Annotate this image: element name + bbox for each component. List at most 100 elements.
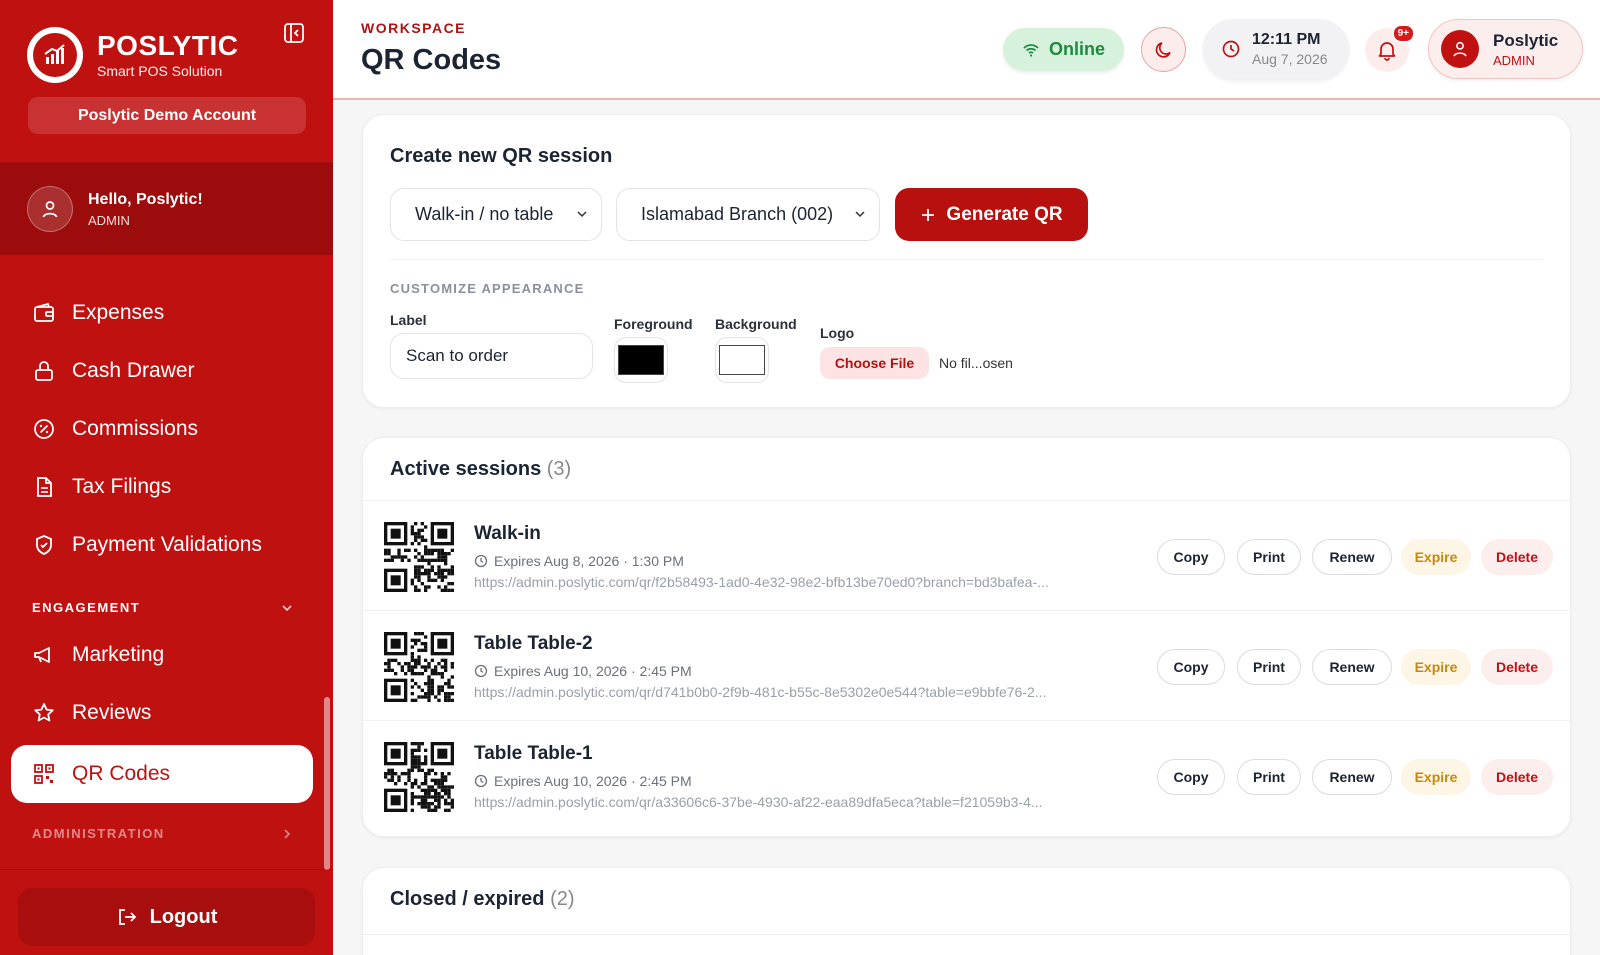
profile-role: ADMIN: [1493, 52, 1535, 68]
user-greeting: Hello, Poslytic!: [88, 190, 203, 208]
background-color-picker[interactable]: [715, 337, 769, 383]
brand[interactable]: POSLYTIC Smart POS Solution: [27, 27, 238, 83]
bar-chart-icon: [44, 44, 65, 64]
copy-button[interactable]: Copy: [1157, 759, 1225, 795]
session-url[interactable]: https://admin.poslytic.com/qr/a33606c6-3…: [474, 794, 1129, 810]
session-expires: Expires Aug 8, 2026 · 1:30 PM: [474, 553, 684, 569]
qr-code-image[interactable]: [384, 522, 454, 592]
session-title: Table Table-1: [474, 743, 593, 764]
table-select-value: Walk-in / no table: [415, 204, 554, 224]
print-button[interactable]: Print: [1237, 759, 1301, 795]
theme-toggle-button[interactable]: [1141, 27, 1186, 72]
profile-name: Poslytic: [1493, 30, 1559, 50]
expire-button[interactable]: Expire: [1401, 649, 1471, 685]
expire-button[interactable]: Expire: [1401, 759, 1471, 795]
lock-icon: [35, 361, 53, 381]
sidebar-item-commissions[interactable]: Commissions: [11, 400, 313, 458]
table-select[interactable]: Walk-in / no table: [390, 188, 602, 241]
chevron-down-icon: [855, 211, 865, 218]
user-icon: [1453, 41, 1467, 57]
sidebar-item-cash-drawer[interactable]: Cash Drawer: [11, 342, 313, 400]
copy-button[interactable]: Copy: [1157, 539, 1225, 575]
sidebar-item-marketing[interactable]: Marketing: [11, 626, 313, 684]
clock-icon: [474, 774, 488, 788]
sidebar-item-label: Marketing: [72, 643, 165, 666]
sidebar-item-label: Reviews: [72, 701, 152, 724]
logout-button[interactable]: Logout: [18, 888, 315, 946]
top-header: WORKSPACE QR Codes Online 12:11 PM Aug 7…: [333, 0, 1600, 100]
foreground-color-picker[interactable]: [614, 337, 668, 383]
renew-button[interactable]: Renew: [1312, 759, 1392, 795]
session-title: Walk-in: [474, 523, 541, 544]
print-button[interactable]: Print: [1237, 539, 1301, 575]
account-switcher[interactable]: Poslytic Demo Account: [28, 97, 306, 134]
clock-time: 12:11 PM: [1252, 31, 1321, 48]
divider: [363, 934, 1570, 935]
table-row: Table Table-2 Expires Aug 10, 2026 · 2:4…: [363, 610, 1572, 722]
delete-button[interactable]: Delete: [1481, 539, 1553, 575]
customize-section-label: CUSTOMIZE APPEARANCE: [390, 281, 585, 296]
qr-code-image[interactable]: [384, 632, 454, 702]
active-sessions-title: Active sessions: [390, 458, 542, 480]
section-administration[interactable]: ADMINISTRATION: [32, 826, 294, 841]
branch-select[interactable]: Islamabad Branch (002): [616, 188, 880, 241]
sidebar-item-expenses[interactable]: Expenses: [11, 284, 313, 342]
file-status: No fil...osen: [939, 355, 1013, 371]
profile-menu[interactable]: Poslytic ADMIN: [1428, 19, 1583, 79]
brand-logo: [27, 27, 83, 83]
table-row: Table Table-1 Expires Aug 10, 2026 · 2:4…: [363, 720, 1572, 832]
session-expires-text: Expires Aug 10, 2026 · 2:45 PM: [494, 663, 692, 679]
choose-file-button[interactable]: Choose File: [820, 347, 929, 379]
sidebar-item-tax-filings[interactable]: Tax Filings: [11, 458, 313, 516]
renew-button[interactable]: Renew: [1312, 539, 1392, 575]
sidebar-item-reviews[interactable]: Reviews: [11, 684, 313, 742]
online-status-badge[interactable]: Online: [1003, 28, 1124, 71]
generate-qr-label: Generate QR: [946, 203, 1063, 225]
background-swatch: [719, 345, 765, 375]
collapse-sidebar-icon[interactable]: [283, 22, 305, 44]
closed-sessions-card: Closed / expired (2): [362, 867, 1571, 955]
avatar: [1441, 30, 1479, 68]
qr-code-image[interactable]: [384, 742, 454, 812]
session-title: Table Table-2: [474, 633, 593, 654]
plus-icon: [922, 208, 935, 221]
logout-icon: [118, 909, 136, 925]
session-url[interactable]: https://admin.poslytic.com/qr/f2b58493-1…: [474, 574, 1129, 590]
copy-button[interactable]: Copy: [1157, 649, 1225, 685]
document-icon: [37, 477, 52, 497]
chevron-right-icon: [284, 828, 291, 839]
label-input[interactable]: [390, 333, 593, 379]
notification-count-badge: 9+: [1391, 24, 1415, 43]
sidebar-item-qr-codes[interactable]: QR Codes: [11, 745, 313, 803]
session-expires: Expires Aug 10, 2026 · 2:45 PM: [474, 663, 692, 679]
generate-qr-button[interactable]: Generate QR: [895, 188, 1088, 241]
sidebar-item-label: Commissions: [72, 417, 199, 440]
avatar: [27, 186, 73, 232]
print-button[interactable]: Print: [1237, 649, 1301, 685]
renew-button[interactable]: Renew: [1312, 649, 1392, 685]
brand-name: POSLYTIC: [97, 30, 239, 61]
section-engagement[interactable]: ENGAGEMENT: [32, 600, 294, 615]
session-expires-text: Expires Aug 8, 2026 · 1:30 PM: [494, 553, 684, 569]
user-card[interactable]: Hello, Poslytic! ADMIN: [0, 163, 333, 255]
session-url[interactable]: https://admin.poslytic.com/qr/d741b0b0-2…: [474, 684, 1129, 700]
moon-icon: [1155, 41, 1171, 58]
wallet-icon: [34, 302, 54, 322]
sidebar-scrollbar[interactable]: [324, 697, 330, 870]
delete-button[interactable]: Delete: [1481, 649, 1553, 685]
closed-sessions-title: Closed / expired: [390, 888, 545, 910]
background-label: Background: [715, 316, 797, 332]
divider: [390, 259, 1543, 260]
section-label: ENGAGEMENT: [32, 600, 141, 615]
expire-button[interactable]: Expire: [1401, 539, 1471, 575]
clock-date: Aug 7, 2026: [1252, 51, 1328, 67]
create-qr-card: Create new QR session Walk-in / no table…: [362, 114, 1571, 408]
sidebar-item-payment-validations[interactable]: Payment Validations: [11, 516, 313, 574]
user-icon: [42, 201, 58, 218]
closed-sessions-count: (2): [550, 888, 575, 910]
session-expires: Expires Aug 10, 2026 · 2:45 PM: [474, 773, 692, 789]
clock-icon: [474, 554, 488, 568]
logo-label: Logo: [820, 325, 855, 341]
notifications-button[interactable]: 9+: [1365, 24, 1415, 72]
delete-button[interactable]: Delete: [1481, 759, 1553, 795]
